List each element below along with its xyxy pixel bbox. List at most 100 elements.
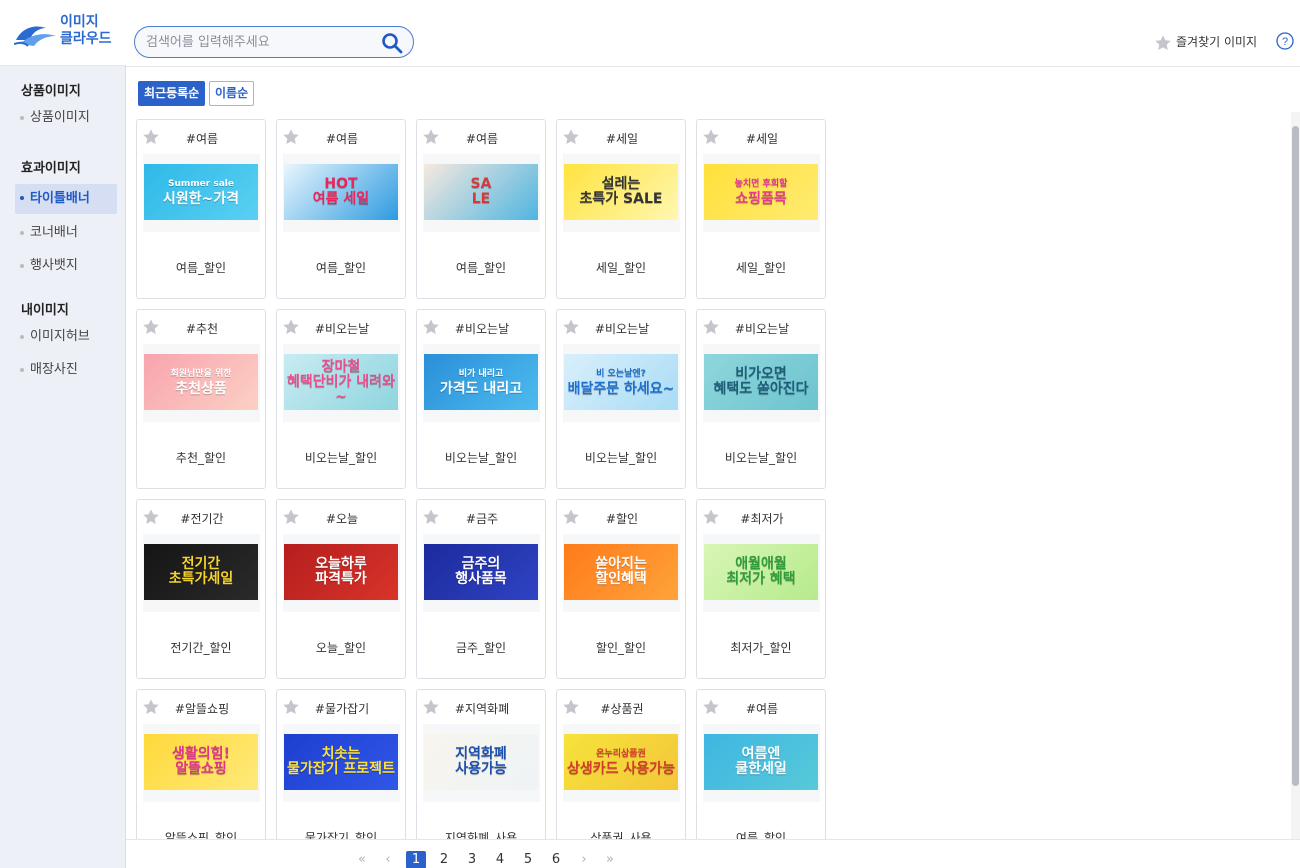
thumbnail[interactable]: 오늘하루 파격특가 [283, 534, 400, 612]
bullet-icon [20, 368, 24, 372]
image-card[interactable]: #비오는날 비 오는날엔? 배달주문 하세요~ 비오는날_할인 [556, 309, 686, 489]
banner-text: 전기간 초특가세일 [169, 557, 233, 587]
thumbnail[interactable]: 여름엔 쿨한세일 [703, 724, 820, 802]
image-card[interactable]: #알뜰쇼핑 생활의힘! 알뜰쇼핑 알뜰쇼핑_할인 [136, 689, 266, 839]
favorite-star-icon[interactable] [422, 318, 440, 336]
question-circle-icon[interactable]: ? [1276, 32, 1294, 50]
thumbnail[interactable]: 지역화폐 사용가능 [423, 724, 540, 802]
banner-text: 애월애월 최저가 혜택 [726, 557, 795, 587]
favorite-star-icon[interactable] [142, 698, 160, 716]
image-card[interactable]: #여름 여름엔 쿨한세일 여름_할인 [696, 689, 826, 839]
thumbnail[interactable]: 비 오는날엔? 배달주문 하세요~ [563, 344, 680, 422]
image-card[interactable]: #세일 놓치면 후회할 쇼핑품목 세일_할인 [696, 119, 826, 299]
card-name: 비오는날_할인 [724, 451, 798, 465]
page-button-2[interactable]: 2 [434, 851, 454, 868]
image-card[interactable]: #금주 금주의 행사품목 금주_할인 [416, 499, 546, 679]
thumbnail[interactable]: 생활의힘! 알뜰쇼핑 [143, 724, 260, 802]
image-card[interactable]: #지역화폐 지역화폐 사용가능 지역화폐_사용 [416, 689, 546, 839]
next-page-button[interactable]: › [574, 851, 594, 868]
sidebar-item-title-banner[interactable]: 타이틀배너 [15, 184, 117, 214]
image-card[interactable]: #물가잡기 치솟는 물가잡기 프로젝트 물가잡기_할인 [276, 689, 406, 839]
first-page-button[interactable]: « [352, 851, 372, 868]
image-card[interactable]: #최저가 애월애월 최저가 혜택 최저가_할인 [696, 499, 826, 679]
thumbnail[interactable]: 온누리상품권 상생카드 사용가능 [563, 724, 680, 802]
sidebar-item-corner-banner[interactable]: 코너배너 [0, 219, 126, 247]
page-button-3[interactable]: 3 [462, 851, 482, 868]
banner-text: SA LE [471, 177, 492, 207]
page-button-4[interactable]: 4 [490, 851, 510, 868]
thumbnail[interactable]: 전기간 초특가세일 [143, 534, 260, 612]
sidebar-item-product-image[interactable]: 상품이미지 [0, 104, 126, 132]
image-card[interactable]: #할인 쏟아지는 할인혜택 할인_할인 [556, 499, 686, 679]
banner-text: 놓치면 후회할 쇼핑품목 [735, 177, 788, 207]
thumbnail[interactable]: 비가오면 혜택도 쏟아진다 [703, 344, 820, 422]
search-input[interactable] [146, 33, 376, 51]
favorite-star-icon[interactable] [422, 698, 440, 716]
favorite-star-icon[interactable] [422, 128, 440, 146]
thumbnail[interactable]: 애월애월 최저가 혜택 [703, 534, 820, 612]
thumbnail[interactable]: 장마철 혜택단비가 내려와~ [283, 344, 400, 422]
card-name: 여름_할인 [455, 261, 507, 275]
page-button-5[interactable]: 5 [518, 851, 538, 868]
card-tag: #여름 [325, 132, 359, 146]
sort-name-button[interactable]: 이름순 [209, 81, 255, 106]
logo-line1: 이미지 [60, 14, 99, 30]
favorite-star-icon[interactable] [422, 508, 440, 526]
thumbnail[interactable]: 비가 내리고 가격도 내리고 [423, 344, 540, 422]
card-tag: #할인 [605, 512, 639, 526]
favorite-star-icon[interactable] [702, 508, 720, 526]
favorite-star-icon[interactable] [562, 318, 580, 336]
favorite-star-icon[interactable] [562, 698, 580, 716]
favorite-star-icon[interactable] [282, 318, 300, 336]
thumbnail[interactable]: 쏟아지는 할인혜택 [563, 534, 680, 612]
thumbnail[interactable]: SA LE [423, 154, 540, 232]
bullet-icon [20, 335, 24, 339]
image-card[interactable]: #상품권 온누리상품권 상생카드 사용가능 상품권_사용 [556, 689, 686, 839]
logo[interactable]: 이미지 클라우드 [0, 0, 126, 66]
image-card[interactable]: #여름 HOT 여름 세일여름_할인 [276, 119, 406, 299]
sort-recent-button[interactable]: 최근등록순 [138, 81, 206, 106]
image-card[interactable]: #추천 회원님만을 위한 추천상품 추천_할인 [136, 309, 266, 489]
card-name: 여름_할인 [315, 261, 367, 275]
favorite-star-icon[interactable] [562, 508, 580, 526]
page-button-6[interactable]: 6 [546, 851, 566, 868]
image-card[interactable]: #비오는날 비가 내리고 가격도 내리고 비오는날_할인 [416, 309, 546, 489]
thumbnail[interactable]: 금주의 행사품목 [423, 534, 540, 612]
favorites-link[interactable]: 즐겨찾기 이미지 [1154, 32, 1257, 52]
favorite-star-icon[interactable] [282, 698, 300, 716]
last-page-button[interactable]: » [600, 851, 620, 868]
page-button-1[interactable]: 1 [406, 851, 426, 868]
image-card[interactable]: #세일 설레는 초특가 SALE 세일_할인 [556, 119, 686, 299]
thumbnail[interactable]: 놓치면 후회할 쇼핑품목 [703, 154, 820, 232]
vertical-scrollbar[interactable] [1291, 112, 1300, 839]
image-card[interactable]: #여름 SA LE 여름_할인 [416, 119, 546, 299]
image-card[interactable]: #전기간 전기간 초특가세일 전기간_할인 [136, 499, 266, 679]
favorite-star-icon[interactable] [282, 128, 300, 146]
banner-text-line: 배달주문 하세요~ [567, 381, 675, 397]
favorite-star-icon[interactable] [142, 508, 160, 526]
thumbnail[interactable]: 회원님만을 위한 추천상품 [143, 344, 260, 422]
search-icon[interactable] [381, 32, 403, 54]
sidebar-item-image-hub[interactable]: 이미지허브 [0, 323, 126, 351]
favorite-star-icon[interactable] [282, 508, 300, 526]
favorite-star-icon[interactable] [702, 318, 720, 336]
favorite-star-icon[interactable] [142, 128, 160, 146]
sidebar-item-store-photos[interactable]: 매장사진 [0, 356, 126, 384]
nav-group-title: 효과이미지 [21, 161, 81, 176]
favorite-star-icon[interactable] [142, 318, 160, 336]
thumbnail[interactable]: HOT 여름 세일 [283, 154, 400, 232]
prev-page-button[interactable]: ‹ [378, 851, 398, 868]
thumbnail[interactable]: 설레는 초특가 SALE [563, 154, 680, 232]
image-card[interactable]: #여름 Summer sale 시원한~가격 여름_할인 [136, 119, 266, 299]
image-card[interactable]: #비오는날 비가오면 혜택도 쏟아진다 비오는날_할인 [696, 309, 826, 489]
favorite-star-icon[interactable] [702, 698, 720, 716]
nav-group-title: 상품이미지 [21, 84, 81, 99]
favorite-star-icon[interactable] [562, 128, 580, 146]
favorite-star-icon[interactable] [702, 128, 720, 146]
scrollbar-thumb[interactable] [1292, 126, 1299, 786]
thumbnail[interactable]: 치솟는 물가잡기 프로젝트 [283, 724, 400, 802]
thumbnail[interactable]: Summer sale 시원한~가격 [143, 154, 260, 232]
image-card[interactable]: #오늘 오늘하루 파격특가 오늘_할인 [276, 499, 406, 679]
image-card[interactable]: #비오는날 장마철 혜택단비가 내려와~ 비오는날_할인 [276, 309, 406, 489]
sidebar-item-event-badge[interactable]: 행사뱃지 [0, 252, 126, 280]
